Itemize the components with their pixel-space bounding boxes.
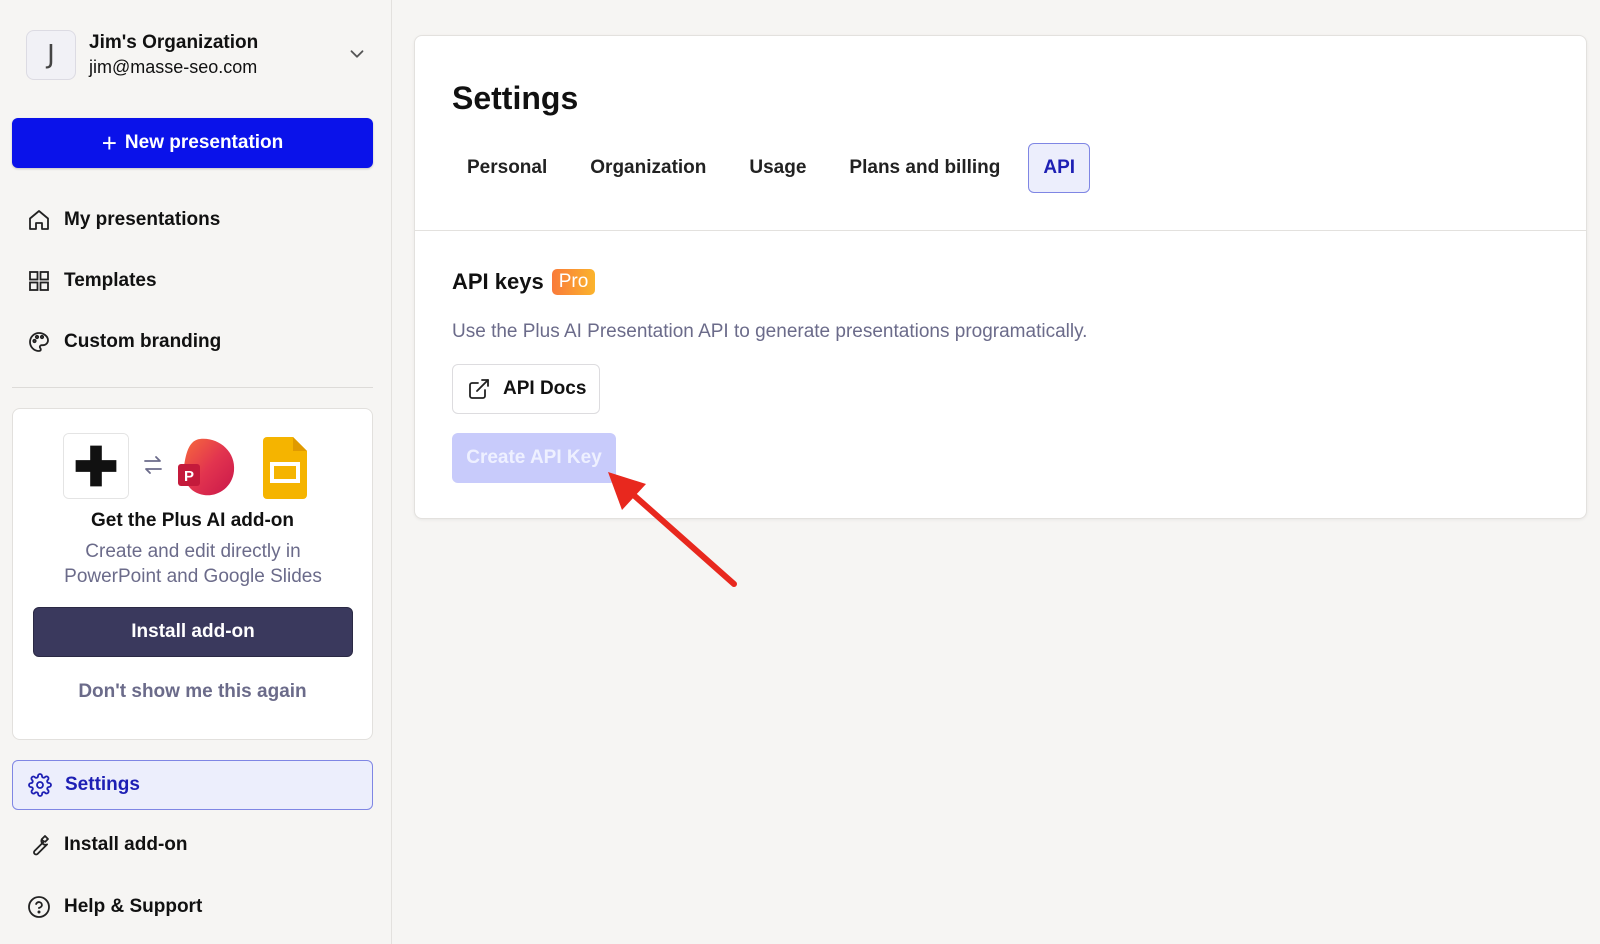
sidebar-item-my-presentations[interactable]: My presentations bbox=[12, 195, 373, 245]
page-title: Settings bbox=[452, 80, 579, 116]
sidebar-item-custom-branding[interactable]: Custom branding bbox=[12, 317, 373, 367]
avatar: J bbox=[26, 30, 76, 80]
pro-badge: Pro bbox=[551, 269, 596, 295]
plus-ai-logo-icon bbox=[63, 433, 129, 499]
sidebar-item-label: Templates bbox=[64, 270, 157, 291]
sidebar: J Jim's Organization jim@masse-seo.com +… bbox=[0, 0, 392, 944]
tab-usage[interactable]: Usage bbox=[734, 143, 821, 193]
new-presentation-button[interactable]: + New presentation bbox=[12, 118, 373, 168]
help-circle-icon bbox=[28, 896, 50, 918]
tab-api[interactable]: API bbox=[1028, 143, 1091, 193]
ppt-letter: P bbox=[184, 468, 194, 485]
panel-divider bbox=[415, 230, 1586, 231]
create-api-key-button[interactable]: Create API Key bbox=[452, 433, 616, 483]
powerpoint-logo-icon: P bbox=[178, 438, 235, 496]
api-keys-heading: API keys Pro bbox=[452, 269, 596, 295]
tab-plans-and-billing[interactable]: Plans and billing bbox=[834, 143, 1015, 193]
org-email: jim@masse-seo.com bbox=[89, 57, 258, 77]
sidebar-item-label: Settings bbox=[65, 774, 140, 795]
google-slides-logo-icon bbox=[263, 437, 307, 499]
home-icon bbox=[29, 210, 49, 230]
grid-icon bbox=[29, 271, 49, 291]
api-docs-button[interactable]: API Docs bbox=[452, 364, 600, 414]
section-title-text: API keys bbox=[452, 269, 544, 294]
sidebar-item-label: My presentations bbox=[64, 209, 221, 230]
org-info: Jim's Organization jim@masse-seo.com bbox=[89, 31, 258, 79]
sidebar-divider bbox=[12, 387, 373, 388]
swap-arrows-icon bbox=[144, 456, 162, 474]
org-switcher[interactable]: J Jim's Organization jim@masse-seo.com bbox=[26, 29, 376, 81]
install-addon-button[interactable]: Install add-on bbox=[33, 607, 353, 657]
wrench-icon bbox=[33, 835, 49, 856]
sidebar-item-help-support[interactable]: Help & Support bbox=[12, 882, 373, 932]
gear-icon bbox=[28, 773, 52, 797]
chevron-down-icon[interactable] bbox=[346, 43, 368, 65]
api-description: Use the Plus AI Presentation API to gene… bbox=[452, 321, 1088, 342]
sidebar-item-label: Install add-on bbox=[64, 834, 188, 855]
addon-logos: P bbox=[63, 433, 323, 501]
settings-tabs: Personal Organization Usage Plans and bi… bbox=[452, 143, 1103, 193]
sidebar-item-templates[interactable]: Templates bbox=[12, 256, 373, 306]
tab-personal[interactable]: Personal bbox=[452, 143, 562, 193]
addon-description: Create and edit directly in PowerPoint a… bbox=[64, 541, 322, 587]
sidebar-item-settings[interactable]: Settings bbox=[12, 760, 373, 810]
settings-panel: Settings Personal Organization Usage Pla… bbox=[414, 35, 1587, 519]
external-link-icon bbox=[469, 379, 489, 399]
org-name: Jim's Organization bbox=[89, 32, 259, 53]
addon-promo-card: P Get the Plus AI add-on Create and edit… bbox=[12, 408, 373, 740]
dont-show-again-link[interactable]: Don't show me this again bbox=[13, 681, 372, 703]
sidebar-item-label: Custom branding bbox=[64, 331, 222, 352]
tab-organization[interactable]: Organization bbox=[575, 143, 721, 193]
sidebar-item-label: Help & Support bbox=[64, 896, 203, 917]
palette-icon bbox=[29, 332, 49, 352]
plus-icon: + bbox=[101, 128, 117, 158]
sidebar-item-install-addon[interactable]: Install add-on bbox=[12, 820, 373, 870]
new-presentation-label: New presentation bbox=[124, 132, 284, 153]
api-docs-label: API Docs bbox=[503, 378, 587, 399]
addon-title: Get the Plus AI add-on bbox=[90, 510, 295, 531]
